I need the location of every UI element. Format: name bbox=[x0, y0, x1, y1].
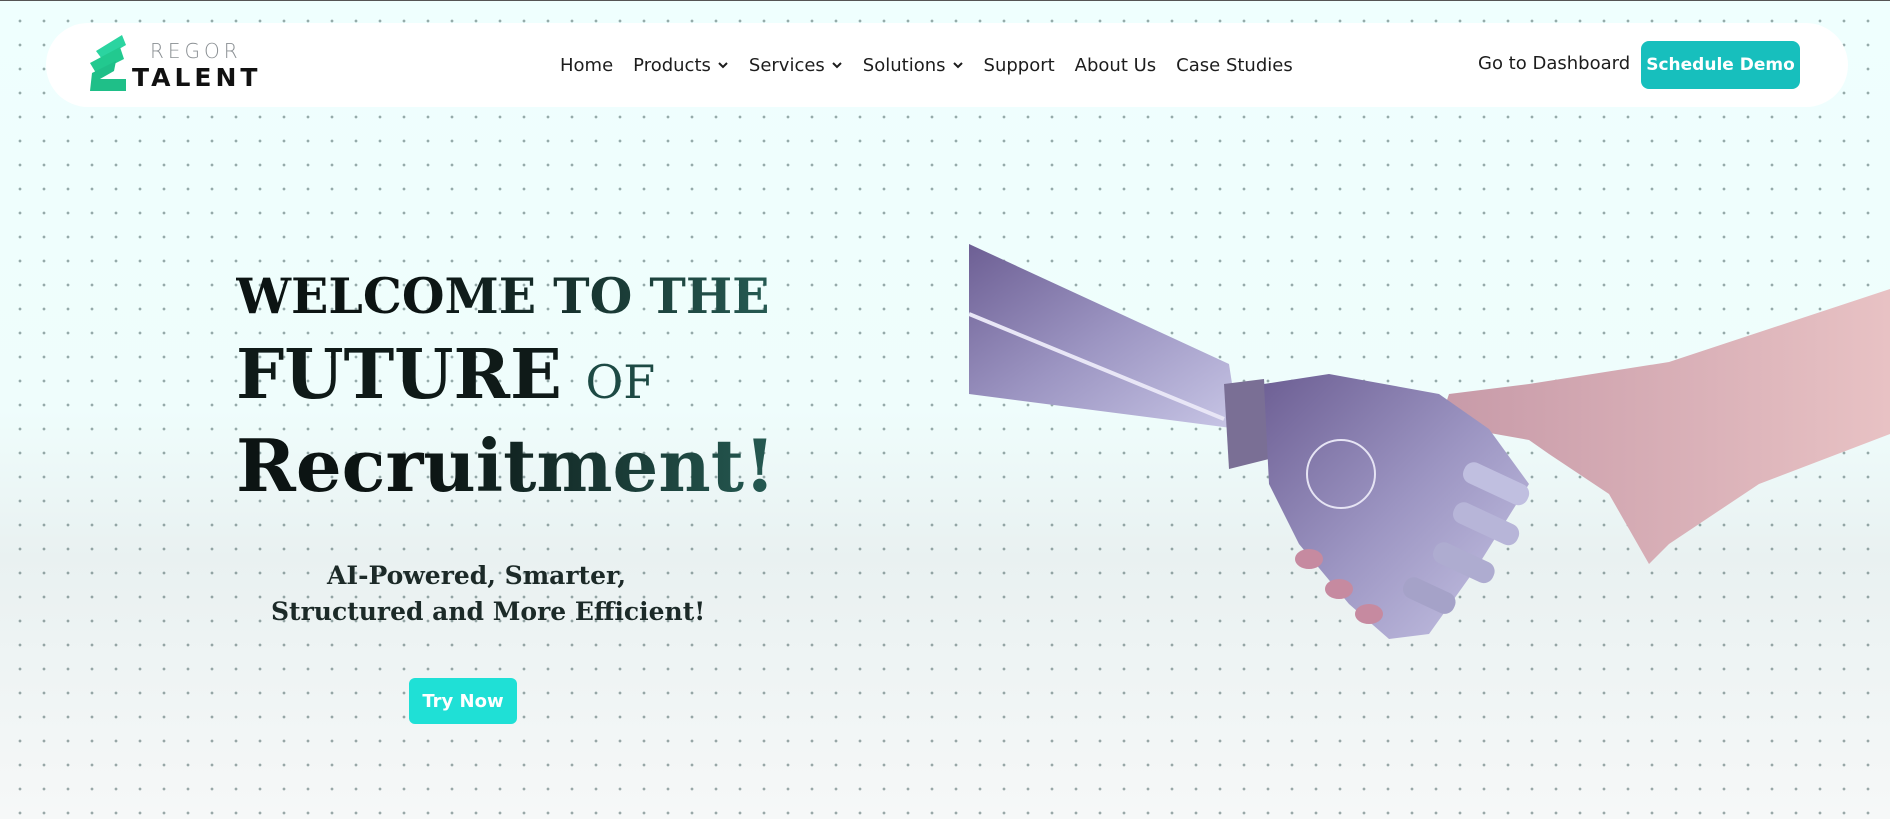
brand-name-bottom: TALENT bbox=[132, 63, 262, 92]
hero-subtitle-line-1: AI-Powered, Smarter, bbox=[327, 561, 627, 590]
hero-title-line-2: FUTURE OF bbox=[236, 335, 655, 415]
nav-label: Services bbox=[748, 54, 825, 76]
nav-label: Support bbox=[983, 54, 1055, 76]
schedule-demo-button[interactable]: Schedule Demo bbox=[1641, 41, 1800, 89]
hero-title-line-3: Recruitment! bbox=[236, 423, 776, 508]
nav-label: Home bbox=[560, 54, 614, 76]
main-nav: Home Products Services Solutions Support… bbox=[560, 23, 1293, 107]
brand-name-top: REGOR bbox=[150, 39, 242, 63]
hero-title-of: OF bbox=[585, 355, 656, 409]
go-to-dashboard-link[interactable]: Go to Dashboard bbox=[1478, 53, 1630, 74]
nav-item-products[interactable]: Products bbox=[633, 55, 729, 76]
try-now-button[interactable]: Try Now bbox=[409, 678, 517, 724]
nav-label: Case Studies bbox=[1176, 54, 1293, 76]
nav-label: Solutions bbox=[862, 54, 946, 76]
hero-title-future: FUTURE bbox=[236, 335, 562, 415]
chevron-down-icon bbox=[832, 62, 842, 69]
robot-human-handshake-image bbox=[969, 244, 1890, 639]
nav-item-about-us[interactable]: About Us bbox=[1075, 55, 1157, 76]
hero-subtitle-line-2: Structured and More Efficient! bbox=[271, 597, 706, 626]
top-navbar: REGOR TALENT Home Products Services Solu… bbox=[46, 23, 1848, 107]
nav-label: About Us bbox=[1074, 54, 1157, 76]
brand-logo[interactable]: REGOR TALENT bbox=[86, 33, 261, 97]
hero-title-line-1: WELCOME TO THE bbox=[236, 267, 770, 325]
nav-item-support[interactable]: Support bbox=[984, 55, 1055, 76]
nav-item-case-studies[interactable]: Case Studies bbox=[1176, 55, 1293, 76]
nav-label: Products bbox=[633, 54, 711, 76]
nav-item-home[interactable]: Home bbox=[560, 55, 613, 76]
nav-item-services[interactable]: Services bbox=[749, 55, 843, 76]
nav-item-solutions[interactable]: Solutions bbox=[863, 55, 964, 76]
logo-mark-icon bbox=[90, 35, 126, 91]
chevron-down-icon bbox=[952, 62, 963, 69]
chevron-down-icon bbox=[718, 62, 728, 69]
